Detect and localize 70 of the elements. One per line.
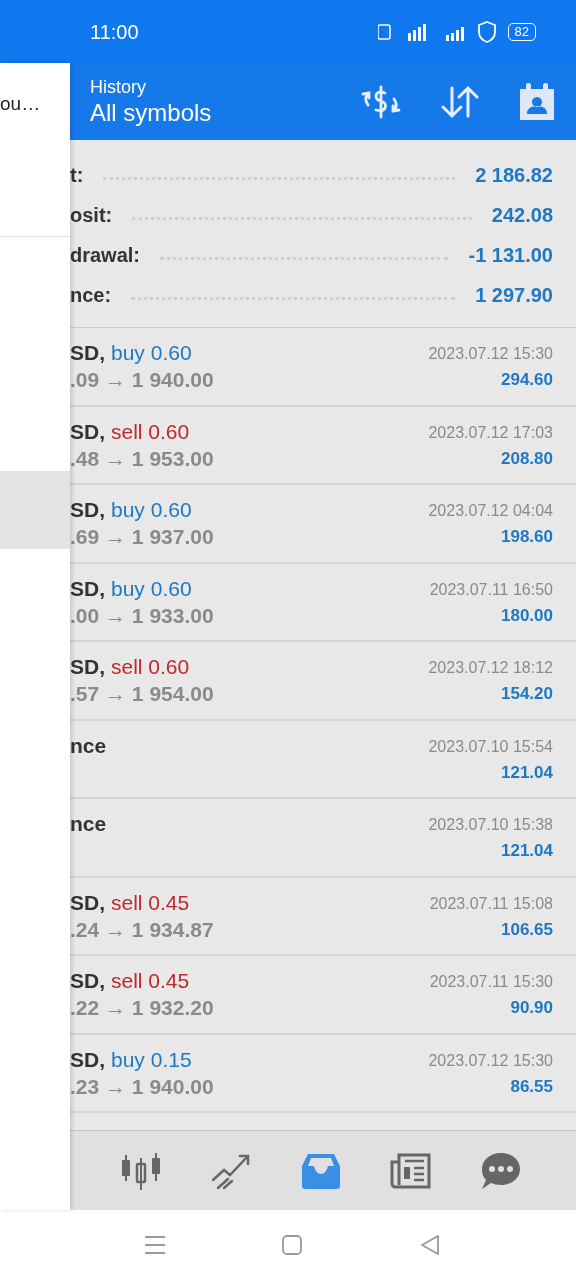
trade-prices: .00 → 1 933.00	[70, 602, 215, 629]
trade-symbol: SD,	[70, 497, 105, 523]
trade-profit: 180.00	[501, 604, 553, 627]
summary-label: t:	[70, 162, 84, 188]
trade-date: 2023.07.11 15:30	[429, 972, 553, 992]
trade-profit: 121.04	[501, 761, 553, 784]
order-type: buy 0.60	[111, 497, 192, 523]
trade-prices: .57 → 1 954.00	[70, 681, 215, 707]
trade-symbol: SD,	[70, 575, 105, 602]
clock-time: 11:00	[90, 19, 139, 45]
trade-symbol: nce	[70, 811, 107, 837]
trade-profit: 106.65	[501, 918, 553, 941]
trade-symbol: SD,	[70, 1046, 105, 1073]
trade-symbol: SD,	[70, 418, 105, 445]
order-type: buy 0.60	[111, 340, 192, 366]
trade-date: 2023.07.12 04:04	[428, 501, 553, 521]
order-type: buy 0.60	[111, 575, 192, 602]
trade-date: 2023.07.11 16:50	[429, 579, 553, 600]
order-type: sell 0.60	[111, 418, 190, 445]
menu-icon[interactable]	[144, 1234, 166, 1256]
newspaper-icon[interactable]	[390, 1151, 432, 1190]
trade-date: 2023.07.11 15:08	[429, 893, 553, 914]
trade-profit: 121.04	[501, 840, 553, 862]
header-title: All symbols	[90, 97, 213, 128]
trade-profit: 154.20	[501, 683, 553, 705]
trade-date: 2023.07.10 15:54	[428, 736, 553, 757]
trade-symbol: SD,	[70, 889, 105, 916]
candlestick-icon[interactable]	[120, 1151, 162, 1190]
trade-symbol: nce	[70, 732, 107, 759]
inbox-icon[interactable]	[300, 1151, 342, 1190]
calendar-person-icon[interactable]	[518, 82, 556, 121]
trade-date: 2023.07.12 15:30	[428, 344, 553, 364]
trade-profit: 208.80	[501, 447, 553, 470]
trade-prices: .48 → 1 953.00	[70, 445, 215, 472]
currency-exchange-icon[interactable]	[360, 84, 402, 119]
summary-label: drawal:	[70, 242, 141, 268]
battery-indicator: 82	[507, 22, 536, 41]
back-icon[interactable]	[420, 1235, 440, 1255]
trade-date: 2023.07.12 17:03	[428, 422, 553, 443]
trade-prices: .23 → 1 940.00	[70, 1073, 215, 1100]
sort-arrows-icon[interactable]	[440, 83, 480, 120]
summary-value: -1 131.00	[468, 242, 553, 268]
trade-symbol: SD,	[70, 340, 105, 366]
trade-date: 2023.07.12 18:12	[428, 658, 553, 678]
summary-value: 2 186.82	[475, 162, 553, 188]
trade-prices: .24 → 1 934.87	[70, 916, 215, 943]
order-type: sell 0.45	[111, 889, 190, 916]
order-type: sell 0.45	[111, 968, 190, 994]
trade-date: 2023.07.10 15:38	[428, 815, 553, 835]
home-square-icon[interactable]	[282, 1235, 302, 1255]
shield-icon	[477, 20, 496, 43]
trade-profit: 294.60	[501, 369, 553, 391]
trade-date: 2023.07.12 15:30	[428, 1050, 553, 1071]
chat-bubble-icon[interactable]	[480, 1151, 522, 1190]
trade-profit: 86.55	[510, 1075, 553, 1098]
summary-label: nce:	[70, 282, 112, 308]
trade-prices: .09 → 1 940.00	[70, 367, 215, 393]
trade-symbol: SD,	[70, 654, 105, 680]
trade-symbol: SD,	[70, 968, 105, 994]
trade-profit: 198.60	[501, 526, 553, 548]
trade-prices: .22 → 1 932.20	[70, 995, 215, 1021]
order-type: buy 0.15	[111, 1046, 192, 1073]
trade-prices: .69 → 1 937.00	[70, 524, 215, 550]
trade-profit: 90.90	[510, 997, 553, 1019]
header-subtitle: History	[90, 75, 147, 98]
summary-value: 1 297.90	[475, 282, 553, 308]
drawer-title: ou…	[0, 92, 41, 116]
summary-label: osit:	[70, 202, 113, 228]
order-type: sell 0.60	[111, 654, 190, 680]
summary-value: 242.08	[491, 202, 553, 228]
